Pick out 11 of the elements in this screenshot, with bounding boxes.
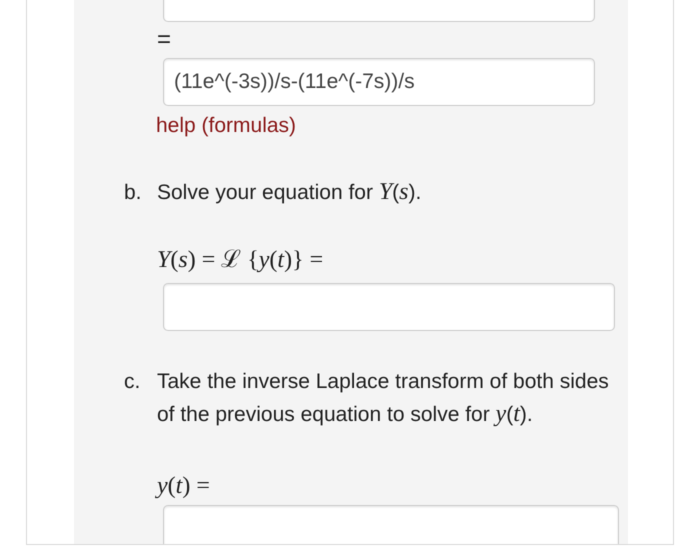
part-marker: c. [124, 369, 142, 395]
help-link[interactable]: help (formulas) [156, 114, 296, 138]
equals-sign: = [157, 28, 172, 52]
answer-field[interactable] [163, 505, 619, 544]
part-marker: b. [124, 180, 143, 206]
answer-field[interactable] [163, 283, 615, 331]
question-text: Take the inverse Laplace transform of both sides of the previous equation to solve for y(t). [157, 369, 610, 429]
question-text: Solve your equation for Y(s). [157, 178, 422, 207]
equation-label: Y(s) = ℒ {y(t)} = [157, 246, 324, 275]
answer-field[interactable]: (11e^(-3s))/s-(11e^(-7s))/s [163, 58, 595, 106]
equation-label: y(t) = [157, 472, 210, 501]
